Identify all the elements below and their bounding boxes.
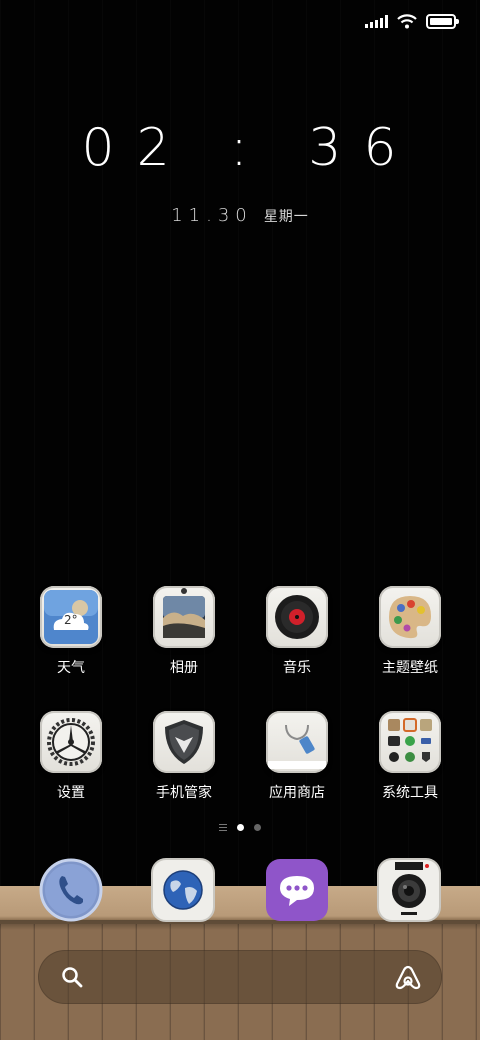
app-label: 主题壁纸 bbox=[382, 660, 438, 676]
message-bubble-icon bbox=[266, 859, 328, 921]
status-bar bbox=[365, 10, 459, 32]
app-label: 天气 bbox=[57, 660, 85, 676]
date-row: 11.30 星期一 bbox=[0, 205, 480, 226]
camera-icon bbox=[377, 858, 441, 922]
weather-temp: 2° bbox=[64, 613, 78, 627]
battery-fill bbox=[430, 17, 452, 25]
search-icon[interactable] bbox=[60, 965, 84, 989]
battery-icon bbox=[426, 13, 459, 29]
theme-palette-icon bbox=[379, 586, 441, 648]
app-system-tools[interactable]: 系统工具 bbox=[355, 711, 465, 802]
app-store-bag-icon bbox=[266, 711, 328, 773]
security-shield-icon bbox=[153, 711, 215, 773]
page-dot[interactable] bbox=[254, 824, 261, 831]
app-phone-manager[interactable]: 手机管家 bbox=[129, 711, 239, 802]
music-icon bbox=[266, 586, 328, 648]
weekday-text: 星期一 bbox=[263, 209, 309, 225]
search-bar[interactable] bbox=[38, 950, 442, 1004]
signal-strength-icon bbox=[365, 14, 388, 28]
app-label: 设置 bbox=[57, 785, 85, 801]
page-menu-icon[interactable] bbox=[219, 824, 227, 831]
gallery-icon bbox=[153, 586, 215, 648]
clock-time[interactable]: 02 : 36 bbox=[0, 118, 480, 178]
page-indicator[interactable] bbox=[0, 824, 480, 831]
dock-phone[interactable] bbox=[39, 858, 103, 922]
app-label: 相册 bbox=[170, 660, 198, 676]
page-dot-active[interactable] bbox=[237, 824, 244, 831]
weather-icon: 2° bbox=[40, 586, 102, 648]
app-gallery[interactable]: 相册 bbox=[129, 586, 239, 677]
app-settings[interactable]: 设置 bbox=[16, 711, 126, 802]
app-store[interactable]: 应用商店 bbox=[242, 711, 352, 802]
dock-camera[interactable] bbox=[377, 858, 441, 922]
assistant-icon[interactable] bbox=[394, 964, 422, 990]
dock-messages[interactable] bbox=[265, 858, 329, 922]
app-label: 手机管家 bbox=[156, 785, 212, 801]
system-tools-folder-icon bbox=[379, 711, 441, 773]
globe-icon bbox=[151, 858, 215, 922]
settings-gear-icon bbox=[40, 711, 102, 773]
app-label: 应用商店 bbox=[269, 785, 325, 801]
phone-icon bbox=[39, 858, 103, 922]
app-label: 系统工具 bbox=[382, 785, 438, 801]
app-label: 音乐 bbox=[283, 660, 311, 676]
wifi-icon bbox=[397, 13, 417, 28]
app-music[interactable]: 音乐 bbox=[242, 586, 352, 677]
app-weather[interactable]: 2° 天气 bbox=[16, 586, 126, 677]
app-theme[interactable]: 主题壁纸 bbox=[355, 586, 465, 677]
date-text: 11.30 bbox=[171, 205, 253, 226]
dock-browser[interactable] bbox=[151, 858, 215, 922]
